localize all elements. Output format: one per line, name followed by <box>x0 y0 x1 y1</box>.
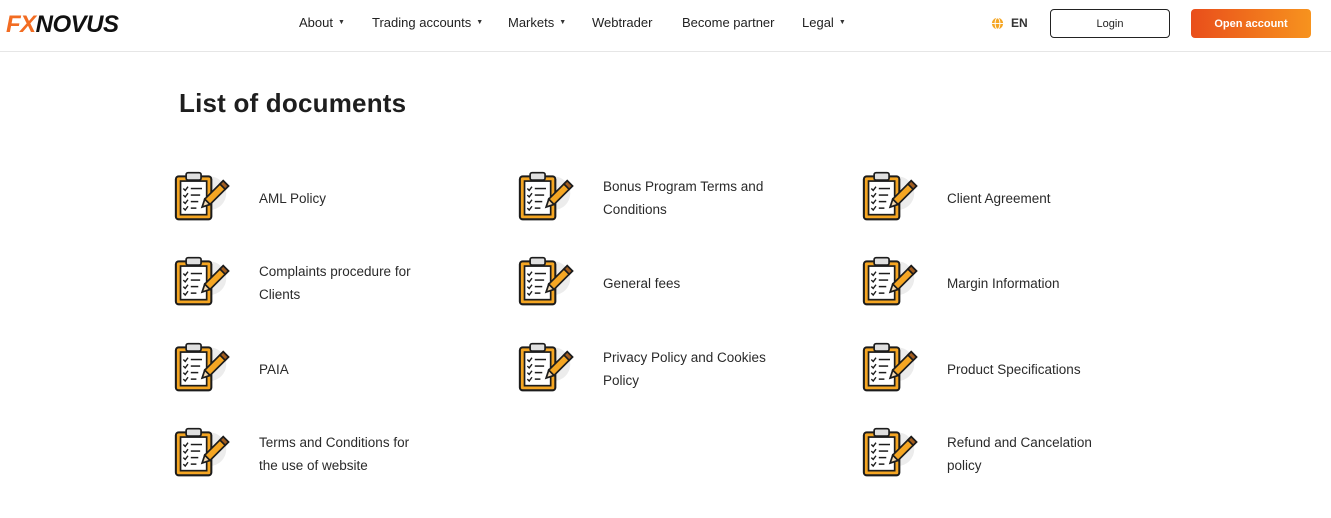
language-selector[interactable]: EN <box>991 16 1028 30</box>
nav-trading-accounts-label: Trading accounts <box>372 15 472 30</box>
nav-webtrader[interactable]: Webtrader <box>592 15 652 30</box>
document-item-complaints-procedure[interactable]: Complaints procedure for Clients <box>174 253 474 313</box>
clipboard-checklist-icon <box>862 256 918 306</box>
clipboard-checklist-icon <box>862 171 918 221</box>
nav-legal[interactable]: Legal ▼ <box>802 15 846 30</box>
clipboard-checklist-icon <box>862 342 918 392</box>
document-item-refund-policy[interactable]: Refund and Cancelation policy <box>862 424 1162 484</box>
document-item-privacy-policy[interactable]: Privacy Policy and Cookies Policy <box>518 339 818 399</box>
document-item-product-specifications[interactable]: Product Specifications <box>862 339 1162 399</box>
nav-about-label: About <box>299 15 333 30</box>
document-label: Terms and Conditions for the use of webs… <box>259 435 410 473</box>
clipboard-checklist-icon <box>518 342 574 392</box>
document-item-margin-information[interactable]: Margin Information <box>862 253 1162 313</box>
clipboard-checklist-icon <box>174 256 230 306</box>
document-label: Bonus Program Terms and Conditions <box>603 179 764 217</box>
document-item-client-agreement[interactable]: Client Agreement <box>862 168 1162 228</box>
chevron-down-icon: ▼ <box>559 19 567 26</box>
clipboard-checklist-icon <box>862 427 918 477</box>
document-label: Refund and Cancelation policy <box>947 435 1092 473</box>
nav-become-partner-label: Become partner <box>682 15 775 30</box>
nav-legal-label: Legal <box>802 15 834 30</box>
chevron-down-icon: ▼ <box>476 19 484 26</box>
document-label: Privacy Policy and Cookies Policy <box>603 350 766 388</box>
document-label: AML Policy <box>259 190 327 206</box>
chevron-down-icon: ▼ <box>337 19 345 26</box>
clipboard-checklist-icon <box>518 256 574 306</box>
document-item-bonus-program[interactable]: Bonus Program Terms and Conditions <box>518 168 818 228</box>
page-title: List of documents <box>179 88 407 118</box>
document-item-terms-and-conditions[interactable]: Terms and Conditions for the use of webs… <box>174 424 474 484</box>
document-label: PAIA <box>259 361 289 377</box>
document-item-general-fees[interactable]: General fees <box>518 253 818 313</box>
nav-markets-label: Markets <box>508 15 555 30</box>
clipboard-checklist-icon <box>174 427 230 477</box>
open-account-button[interactable]: Open account <box>1191 9 1311 38</box>
globe-icon <box>991 16 1004 30</box>
clipboard-checklist-icon <box>518 171 574 221</box>
document-label: Margin Information <box>947 275 1060 291</box>
document-label: General fees <box>603 275 681 291</box>
document-label: Product Specifications <box>947 361 1081 377</box>
document-label: Complaints procedure for Clients <box>259 264 411 302</box>
site-header: FXNOVUS About ▼ Trading accounts ▼ Marke… <box>0 0 1331 52</box>
nav-become-partner[interactable]: Become partner <box>682 15 775 30</box>
nav-trading-accounts[interactable]: Trading accounts ▼ <box>372 15 483 30</box>
clipboard-checklist-icon <box>174 171 230 221</box>
language-code: EN <box>1011 16 1028 30</box>
nav-about[interactable]: About ▼ <box>299 15 345 30</box>
document-label: Client Agreement <box>947 190 1051 206</box>
login-button[interactable]: Login <box>1050 9 1170 38</box>
chevron-down-icon: ▼ <box>838 19 846 26</box>
clipboard-checklist-icon <box>174 342 230 392</box>
document-item-paia[interactable]: PAIA <box>174 339 474 399</box>
nav-markets[interactable]: Markets ▼ <box>508 15 566 30</box>
nav-webtrader-label: Webtrader <box>592 15 653 30</box>
document-item-aml-policy[interactable]: AML Policy <box>174 168 474 228</box>
